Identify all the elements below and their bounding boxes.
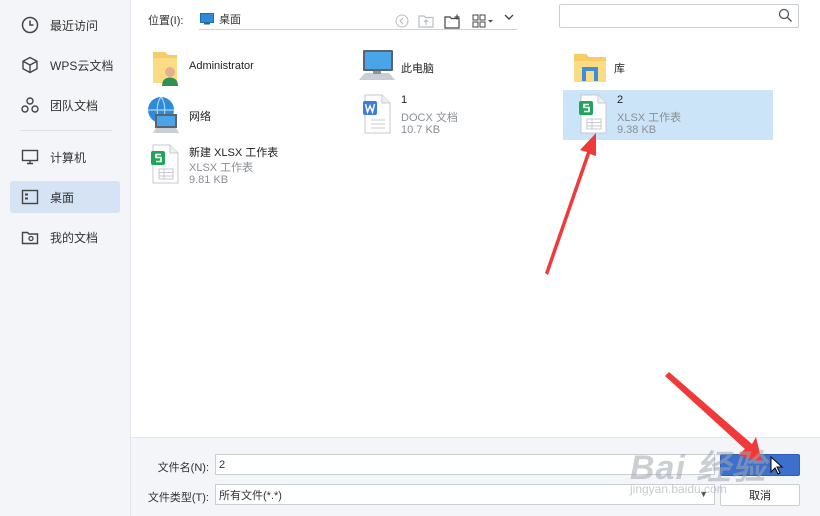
location-toolbar: 位置(I): 桌面 xyxy=(131,0,820,40)
filetype-value: 所有文件(*.*) xyxy=(219,489,282,502)
file-size: 10.7 KB xyxy=(401,124,441,136)
sidebar-item-my-documents[interactable]: 我的文档 xyxy=(10,221,120,253)
sidebar-item-label: 团队文档 xyxy=(50,98,99,113)
file-name: 2 xyxy=(617,94,624,106)
sidebar-item-recent[interactable]: 最近访问 xyxy=(10,9,120,41)
search-icon[interactable] xyxy=(778,8,793,26)
file-name: 库 xyxy=(614,63,625,75)
file-item-1-docx[interactable]: 1 DOCX 文档 10.7 KB xyxy=(347,90,557,140)
file-size: 9.38 KB xyxy=(617,124,657,136)
desktop-small-icon xyxy=(200,12,214,25)
sidebar-item-wps-cloud[interactable]: WPS云文档 xyxy=(10,49,120,81)
search-box xyxy=(559,4,799,28)
file-item-2-xlsx[interactable]: 2 XLSX 工作表 9.38 KB xyxy=(563,90,773,140)
sidebar-item-desktop[interactable]: 桌面 xyxy=(10,181,120,213)
computer-icon xyxy=(359,50,395,80)
xlsx-file-icon xyxy=(151,144,179,184)
docx-file-icon xyxy=(363,94,391,134)
file-type: XLSX 工作表 xyxy=(189,162,254,174)
filename-input[interactable]: 2 xyxy=(215,454,715,475)
desktop-icon xyxy=(20,187,40,207)
xlsx-file-icon xyxy=(579,94,607,134)
team-icon xyxy=(20,95,40,115)
location-value: 桌面 xyxy=(219,13,241,26)
sidebar: 最近访问 WPS云文档 团队文档 计算机 桌面 我的文档 xyxy=(0,0,131,516)
back-button[interactable] xyxy=(393,12,411,30)
file-item-administrator[interactable]: Administrator xyxy=(135,42,345,92)
grid-view-icon xyxy=(472,14,493,28)
file-name: Administrator xyxy=(189,60,254,72)
documents-icon xyxy=(20,227,40,247)
file-item-this-pc[interactable]: 此电脑 xyxy=(347,42,557,92)
sidebar-item-computer[interactable]: 计算机 xyxy=(10,141,120,173)
sidebar-item-team-docs[interactable]: 团队文档 xyxy=(10,89,120,121)
file-name: 此电脑 xyxy=(401,63,434,75)
file-name: 网络 xyxy=(189,111,211,123)
monitor-icon xyxy=(20,147,40,167)
up-folder-icon xyxy=(418,15,434,28)
file-name: 1 xyxy=(401,94,408,106)
sidebar-divider xyxy=(20,130,112,131)
sidebar-item-label: 桌面 xyxy=(50,190,75,205)
dialog-footer: 文件名(N): 2 文件类型(T): 所有文件(*.*) ▼ 取消 xyxy=(131,437,820,516)
mouse-cursor-icon xyxy=(770,456,784,475)
chevron-down-icon xyxy=(503,11,515,26)
filetype-select[interactable]: 所有文件(*.*) ▼ xyxy=(215,484,715,505)
sidebar-item-label: WPS云文档 xyxy=(50,58,114,73)
location-dropdown[interactable]: 桌面 xyxy=(199,8,517,30)
view-menu-button[interactable] xyxy=(471,12,495,30)
back-circle-icon xyxy=(395,14,409,28)
filename-value: 2 xyxy=(219,458,226,471)
sidebar-item-label: 最近访问 xyxy=(50,18,99,33)
network-icon xyxy=(148,96,179,133)
file-type: XLSX 工作表 xyxy=(617,112,682,124)
sidebar-item-label: 计算机 xyxy=(50,150,87,165)
cancel-button[interactable]: 取消 xyxy=(720,484,800,506)
clock-icon xyxy=(20,15,40,35)
filename-label: 文件名(N): xyxy=(157,462,209,474)
file-size: 9.81 KB xyxy=(189,174,229,186)
open-button[interactable] xyxy=(720,454,800,476)
new-folder-icon xyxy=(443,14,460,29)
file-item-network[interactable]: 网络 xyxy=(135,90,345,140)
file-item-library[interactable]: 库 xyxy=(560,42,770,92)
file-name: 新建 XLSX 工作表 xyxy=(189,147,279,159)
filetype-label: 文件类型(T): xyxy=(147,492,209,504)
file-type: DOCX 文档 xyxy=(401,112,458,124)
chevron-down-icon: ▼ xyxy=(699,489,708,499)
location-label: 位置(I): xyxy=(148,15,184,27)
cube-icon xyxy=(20,55,40,75)
sidebar-item-label: 我的文档 xyxy=(50,230,99,245)
search-input[interactable] xyxy=(564,6,774,26)
file-grid: Administrator 此电脑 库 网络 1 DOCX 文档 10.7 KB xyxy=(131,40,820,437)
user-folder-icon xyxy=(153,52,178,86)
new-folder-button[interactable] xyxy=(443,12,461,30)
library-folder-icon xyxy=(574,54,606,82)
up-folder-button[interactable] xyxy=(417,12,435,30)
file-item-new-xlsx[interactable]: 新建 XLSX 工作表 XLSX 工作表 9.81 KB xyxy=(135,140,345,190)
